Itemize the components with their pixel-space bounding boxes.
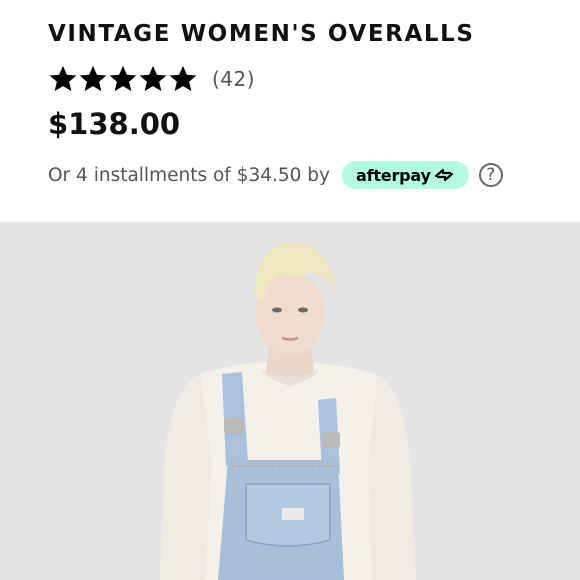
product-title: VINTAGE WOMEN'S OVERALLS <box>48 21 475 47</box>
installments-text: Or 4 installments of $34.50 by <box>48 164 330 186</box>
question-mark-circle-icon[interactable]: ? <box>478 163 503 187</box>
star-icon <box>168 64 198 94</box>
model-photo <box>0 222 580 580</box>
product-price: $138.00 <box>48 107 181 141</box>
star-icon <box>138 64 168 94</box>
afterpay-label: afterpay <box>356 165 431 185</box>
star-icon <box>78 64 108 94</box>
product-image[interactable] <box>0 222 580 580</box>
star-rating[interactable] <box>48 64 198 94</box>
installments-row: Or 4 installments of $34.50 by afterpay … <box>48 160 560 190</box>
afterpay-arrows-icon <box>434 168 453 182</box>
star-icon <box>108 64 138 94</box>
star-icon <box>48 64 78 94</box>
product-info: VINTAGE WOMEN'S OVERALLS (42) $138.00 Or… <box>48 18 560 190</box>
afterpay-badge[interactable]: afterpay <box>342 161 469 189</box>
review-count-link[interactable]: (42) <box>212 67 255 91</box>
rating-row[interactable]: (42) <box>48 64 560 94</box>
